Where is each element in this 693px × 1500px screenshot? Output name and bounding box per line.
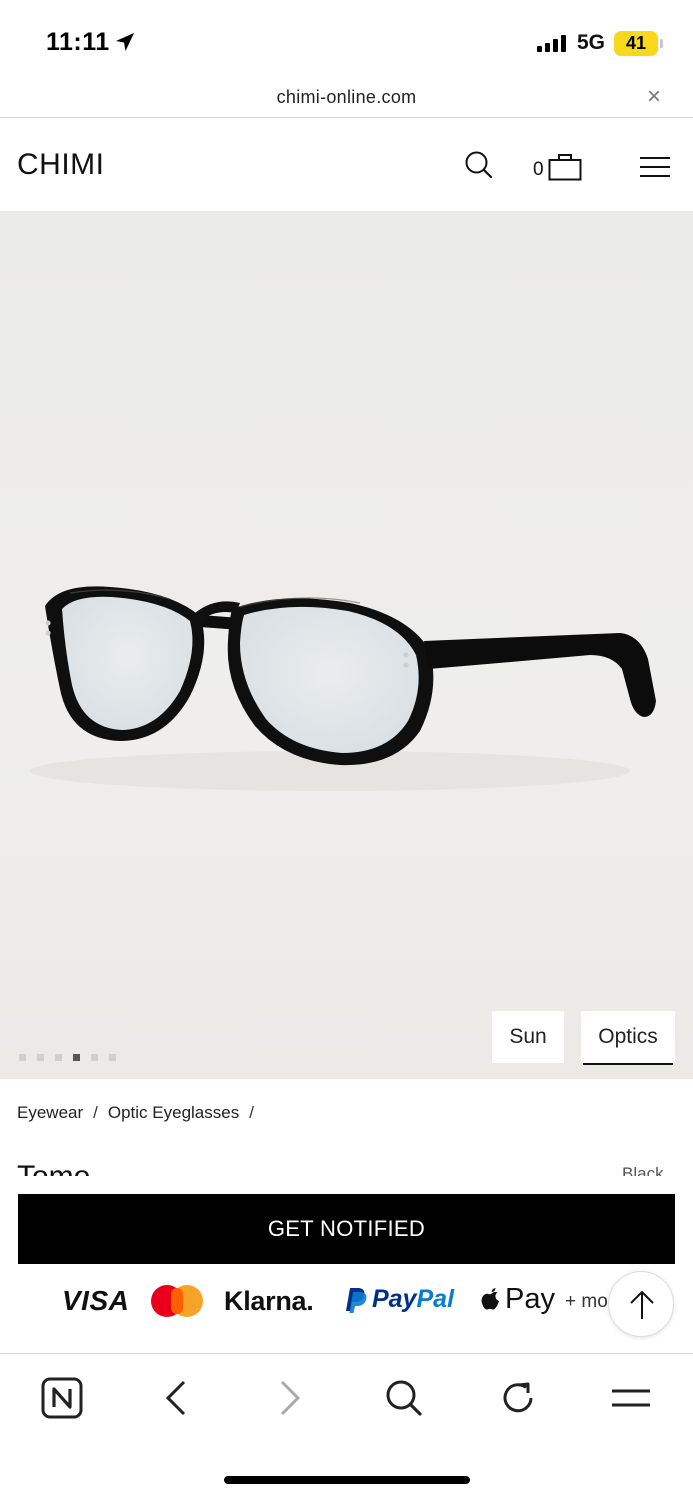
- hamburger-menu-icon[interactable]: [639, 156, 671, 178]
- gallery-dot[interactable]: [109, 1054, 116, 1061]
- visa-logo: VISA: [62, 1285, 130, 1316]
- paypal-text-pay: Pay: [372, 1285, 417, 1313]
- location-arrow-icon: [116, 33, 134, 51]
- eyeglasses-product-image: [30, 586, 656, 791]
- payment-methods: VISA Klarna. PayPal Pay + more: [0, 1272, 693, 1332]
- reload-icon[interactable]: [496, 1376, 540, 1420]
- get-notified-button[interactable]: GET NOTIFIED: [18, 1194, 675, 1264]
- status-time: 11:11: [46, 28, 110, 56]
- close-icon[interactable]: ×: [647, 85, 661, 109]
- product-title-area: Tomo Black: [0, 1150, 693, 1176]
- gallery-dot[interactable]: [19, 1054, 26, 1061]
- gallery-pagination[interactable]: [19, 1054, 116, 1061]
- forward-icon[interactable]: [268, 1376, 312, 1420]
- breadcrumb-separator: /: [249, 1103, 254, 1122]
- toggle-optics-button[interactable]: Optics: [581, 1011, 675, 1065]
- product-image-gallery[interactable]: Sun Optics: [0, 211, 693, 1079]
- cart-count: 0: [533, 159, 544, 180]
- n-logo-icon[interactable]: [40, 1376, 84, 1420]
- scroll-to-top-button[interactable]: [608, 1271, 674, 1337]
- search-icon[interactable]: [382, 1376, 426, 1420]
- network-type: 5G: [577, 31, 606, 54]
- url-text[interactable]: chimi-online.com: [0, 87, 693, 108]
- gallery-dot[interactable]: [73, 1054, 80, 1061]
- search-icon[interactable]: [464, 150, 494, 180]
- shopping-bag-icon: [548, 154, 582, 181]
- back-icon[interactable]: [154, 1376, 198, 1420]
- gallery-dot[interactable]: [37, 1054, 44, 1061]
- breadcrumb-separator: /: [93, 1103, 98, 1122]
- product-name: Tomo: [17, 1160, 90, 1176]
- product-color: Black: [622, 1164, 664, 1176]
- cart-button[interactable]: 0: [533, 153, 582, 181]
- breadcrumb: Eyewear / Optic Eyeglasses /: [17, 1103, 254, 1123]
- battery-cap-icon: [660, 39, 663, 48]
- signal-icon: [537, 34, 566, 52]
- gallery-dot[interactable]: [91, 1054, 98, 1061]
- breadcrumb-item-optic-eyeglasses[interactable]: Optic Eyeglasses: [108, 1103, 239, 1123]
- apple-pay-logo: Pay: [480, 1283, 555, 1316]
- paypal-p-icon: [346, 1287, 367, 1313]
- paypal-text-pal: Pal: [416, 1285, 455, 1313]
- menu-icon[interactable]: [609, 1376, 653, 1420]
- apple-pay-text: Pay: [505, 1283, 555, 1315]
- status-bar: 11:11 5G 41: [0, 0, 693, 80]
- mastercard-icon: [151, 1285, 203, 1317]
- battery-indicator: 41: [614, 31, 658, 56]
- gallery-dot[interactable]: [55, 1054, 62, 1061]
- breadcrumb-item-eyewear[interactable]: Eyewear: [17, 1103, 83, 1123]
- toggle-sun-button[interactable]: Sun: [492, 1011, 564, 1063]
- klarna-logo: Klarna.: [224, 1286, 314, 1316]
- url-bar[interactable]: chimi-online.com ×: [0, 80, 693, 118]
- brand-logo[interactable]: CHIMI: [17, 148, 105, 182]
- paypal-logo: PayPal: [344, 1285, 454, 1314]
- apple-icon: [481, 1287, 499, 1310]
- home-indicator: [224, 1476, 470, 1484]
- arrow-up-icon: [630, 1290, 654, 1319]
- site-header: CHIMI 0: [0, 119, 693, 211]
